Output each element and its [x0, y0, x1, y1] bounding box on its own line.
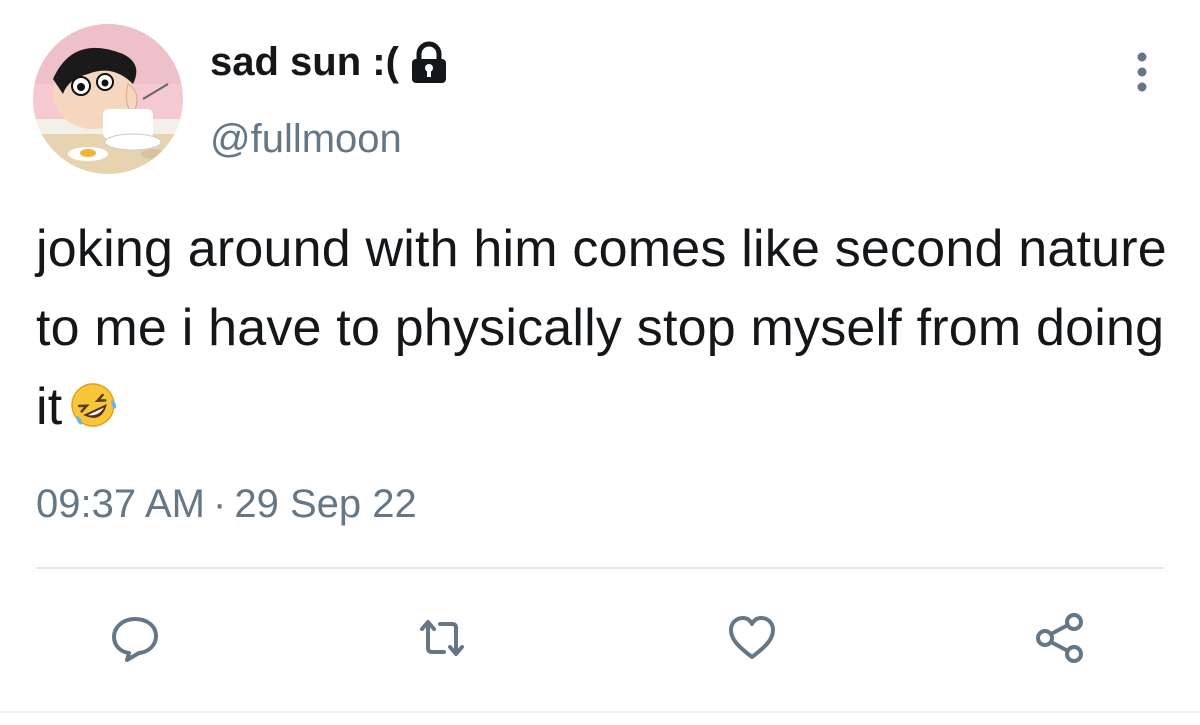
share-button[interactable]: [1032, 610, 1088, 666]
tweet-meta: 09:37 AM · 29 Sep 22: [36, 482, 417, 527]
meta-separator: ·: [213, 482, 227, 526]
tweet-time[interactable]: 09:37 AM: [36, 482, 205, 526]
retweet-icon: [420, 620, 464, 656]
avatar-image: [33, 24, 183, 174]
like-button[interactable]: [724, 610, 780, 666]
more-options-icon[interactable]: [1132, 50, 1152, 98]
avatar[interactable]: [33, 24, 183, 174]
tweet-text: joking around with him comes like second…: [36, 210, 1176, 447]
display-name-text: sad sun :(: [210, 40, 399, 84]
retweet-button[interactable]: [414, 610, 470, 666]
share-icon: [1036, 613, 1083, 663]
heart-icon: [729, 616, 775, 659]
reply-button[interactable]: [107, 610, 163, 666]
lock-icon: [409, 41, 449, 85]
bottom-divider: [0, 711, 1200, 713]
tweet-text-content: joking around with him comes like second…: [36, 220, 1167, 436]
divider: [36, 567, 1164, 569]
tweet-card: sad sun :( @fullmoon joking around with …: [0, 0, 1200, 725]
display-name[interactable]: sad sun :(: [210, 40, 449, 85]
reply-icon: [112, 617, 158, 662]
rolling-on-floor-laughing-emoji: [68, 374, 118, 427]
tweet-date[interactable]: 29 Sep 22: [234, 482, 416, 526]
user-handle[interactable]: @fullmoon: [210, 117, 402, 162]
